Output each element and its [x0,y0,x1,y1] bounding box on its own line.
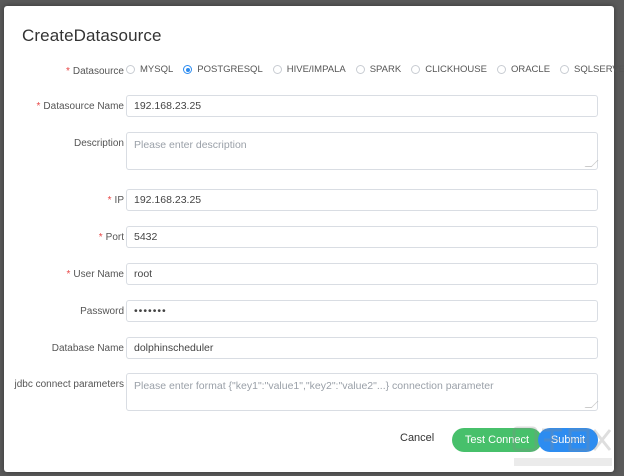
database-input[interactable]: dolphinscheduler [126,337,598,359]
port-input[interactable]: 5432 [126,226,598,248]
jdbc-textarea[interactable]: Please enter format {"key1":"value1","ke… [126,373,599,411]
username-label: * User Name [66,269,124,280]
watermark-logo-icon [512,426,612,466]
password-input[interactable]: ••••••• [126,300,598,322]
create-datasource-dialog: CreateDatasource * Datasource MYSQL POSTG… [4,6,624,472]
resize-handle-icon[interactable] [584,401,599,408]
radio-sqlserver[interactable]: SQLSERVER [560,64,624,75]
datasource-name-label: * Datasource Name [36,101,125,112]
radio-icon [272,65,282,74]
description-label: Description [73,138,124,149]
cancel-button[interactable]: Cancel [400,432,434,444]
username-input[interactable]: root [126,263,598,285]
radio-icon [411,65,421,74]
port-label: * Port [98,232,124,243]
radio-icon [355,65,365,74]
radio-clickhouse[interactable]: CLICKHOUSE [411,64,487,75]
radio-oracle[interactable]: ORACLE [496,64,550,75]
description-placeholder: Please enter description [134,139,247,151]
radio-icon [496,65,506,74]
radio-mysql[interactable]: MYSQL [126,64,173,75]
jdbc-label: jdbc connect parameters [14,379,124,390]
description-textarea[interactable]: Please enter description [126,132,599,170]
dialog-title: CreateDatasource [22,26,162,45]
resize-handle-icon[interactable] [584,160,599,167]
datasource-radio-group: MYSQL POSTGRESQL HIVE/IMPALA SPARK CLICK… [126,64,624,75]
jdbc-placeholder: Please enter format {"key1":"value1","ke… [134,380,494,392]
radio-icon [560,65,570,74]
ip-label: * IP [107,195,124,206]
datasource-label: * Datasource [65,66,124,77]
ip-input[interactable]: 192.168.23.25 [126,189,598,211]
radio-spark[interactable]: SPARK [355,64,401,75]
radio-checked-icon [183,65,193,74]
radio-hive-impala[interactable]: HIVE/IMPALA [272,64,346,75]
radio-postgresql[interactable]: POSTGRESQL [183,64,263,75]
datasource-name-input[interactable]: 192.168.23.25 [126,95,598,117]
database-label: Database Name [51,343,124,354]
password-label: Password [80,306,124,317]
radio-icon [126,65,135,74]
